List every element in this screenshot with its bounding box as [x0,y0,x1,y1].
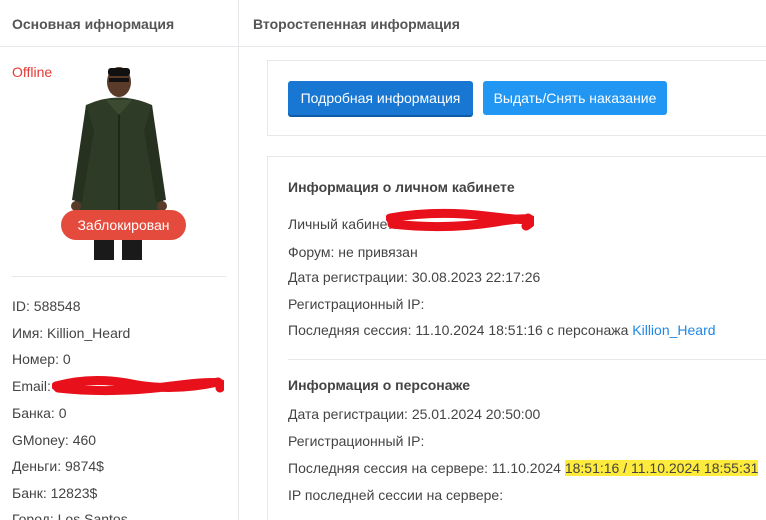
character-server-session: Последняя сессия на сервере: 11.10.2024 … [288,460,759,476]
account-section-title: Информация о личном кабинете [288,179,515,195]
email-redaction [52,375,224,396]
field-id: ID: 588548 [12,298,81,314]
field-phone: Номер: 0 [12,351,71,367]
punish-button[interactable]: Выдать/Снять наказание [483,81,667,115]
field-bank: Банк: 12823$ [12,485,98,501]
cabinet-field: Личный кабинет: [288,216,398,232]
page-header: Основная ифнормация Второстепенная инфор… [0,0,766,47]
account-reg-ip: Регистрационный IP: [288,296,425,312]
character-section-title: Информация о персонаже [288,377,471,393]
online-status: Offline [12,64,53,80]
character-reg-ip: Регистрационный IP: [288,433,425,449]
left-divider [12,276,226,277]
field-city: Город: Los Santos [12,511,128,520]
secondary-info-title: Второстепенная информация [253,16,460,32]
character-last-ip: IP последней сессии на сервере: [288,487,504,503]
main-info-title: Основная ифнормация [12,16,175,32]
field-money: Деньги: 9874$ [12,458,104,474]
character-reg-date: Дата регистрации: 25.01.2024 20:50:00 [288,406,541,422]
details-button[interactable]: Подробная информация [288,81,473,115]
field-name: Имя: Killion_Heard [12,325,131,341]
info-divider [288,359,766,360]
field-gmoney: GMoney: 460 [12,432,97,448]
cabinet-redaction [386,208,534,232]
server-session-text: Последняя сессия на сервере: 11.10.2024 [288,460,565,476]
field-email: Email: [12,378,51,394]
blocked-badge: Заблокирован [61,210,186,240]
field-bank-jar: Банка: 0 [12,405,67,421]
character-link[interactable]: Killion_Heard [632,322,715,338]
forum-field: Форум: не привязан [288,244,418,260]
column-divider [238,0,239,520]
last-session-text: Последняя сессия: 11.10.2024 18:51:16 с … [288,322,633,338]
session-time-highlight: 18:51:16 / 11.10.2024 18:55:31 [564,460,759,476]
account-reg-date: Дата регистрации: 30.08.2023 22:17:26 [288,269,541,285]
account-last-session: Последняя сессия: 11.10.2024 18:51:16 с … [288,322,716,338]
